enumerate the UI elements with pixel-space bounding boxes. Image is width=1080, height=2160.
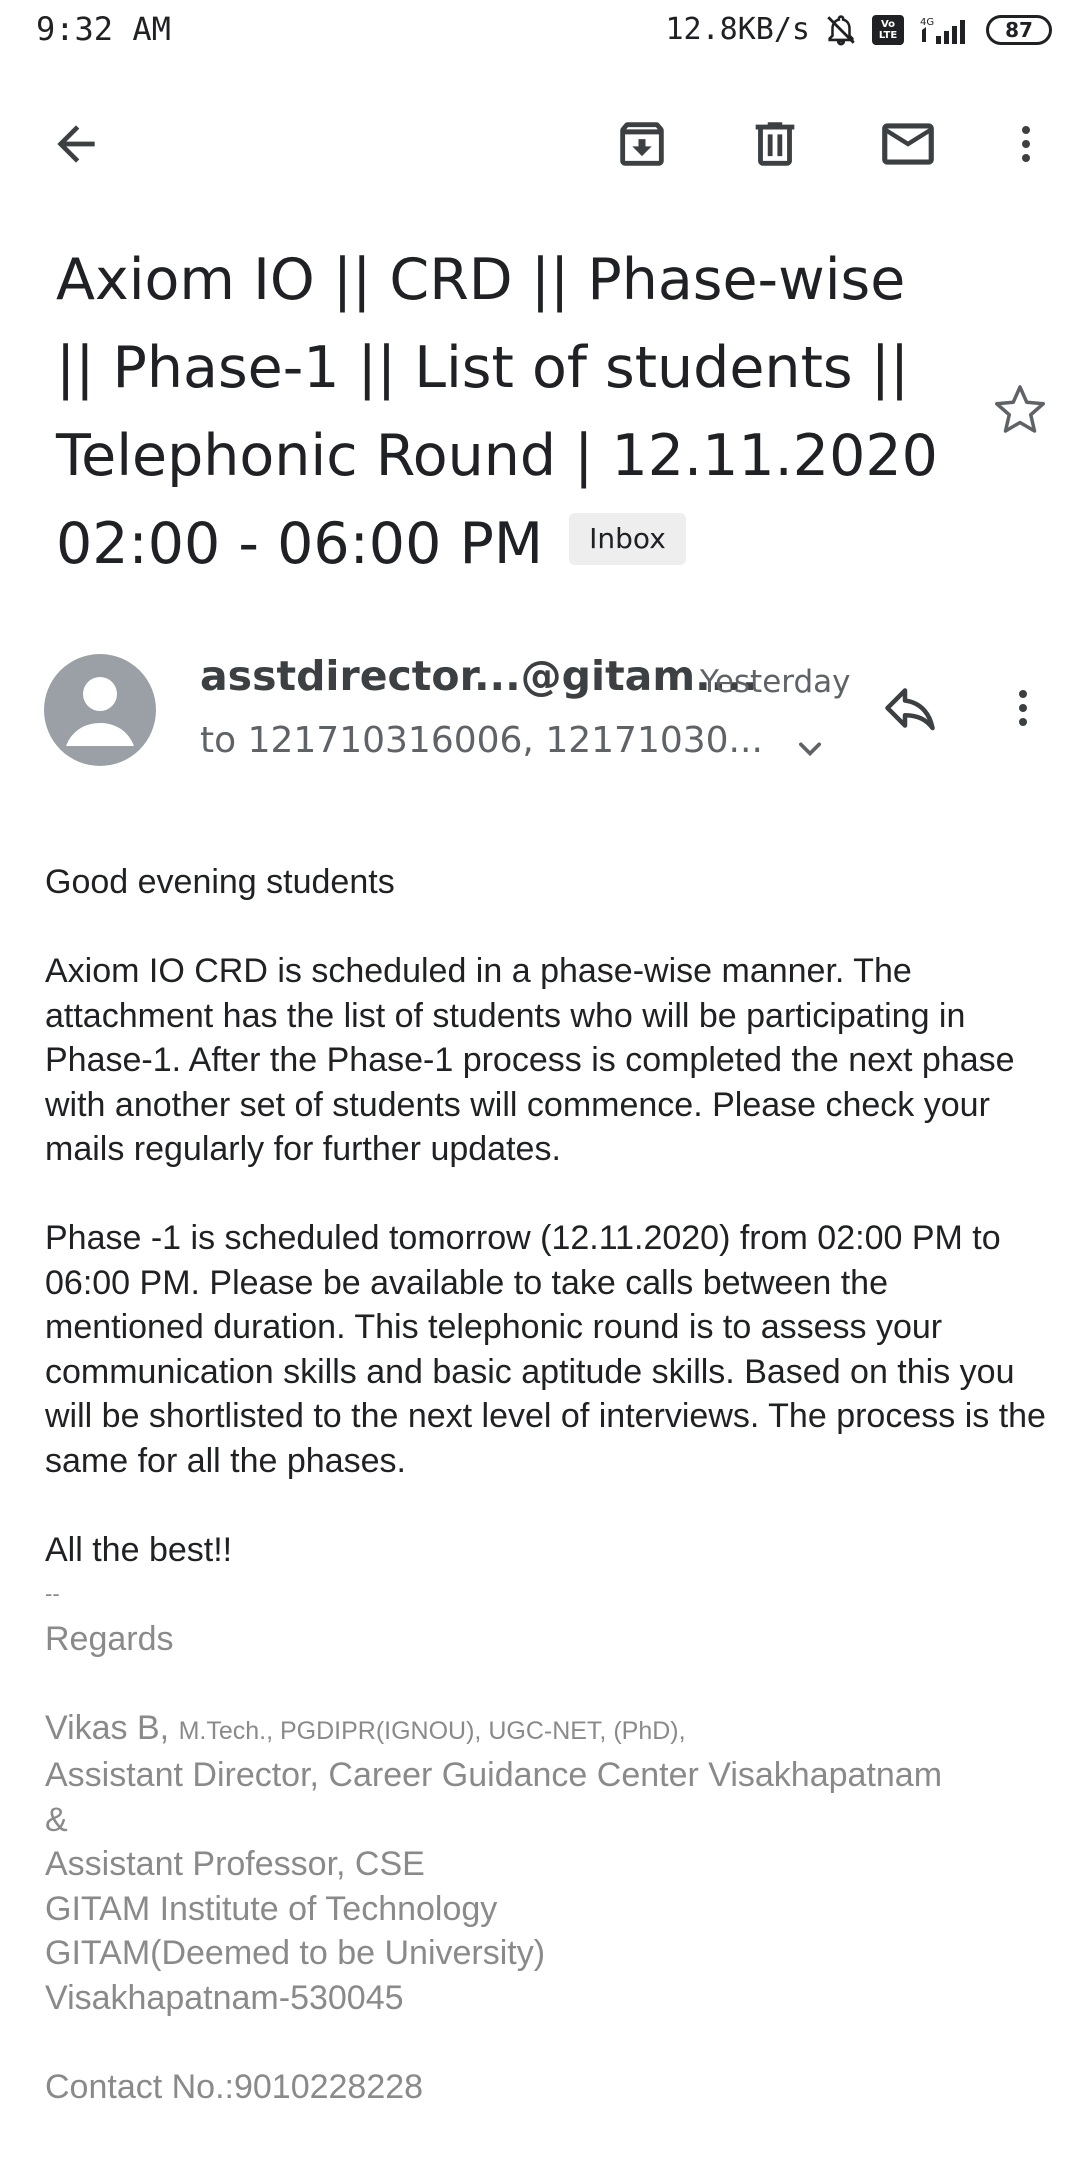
archive-button[interactable] (594, 96, 690, 192)
signature-line-6: Visakhapatnam-530045 (45, 1978, 404, 2017)
signature-contact[interactable]: Contact No.:9010228228 (45, 2065, 1055, 2110)
message-more-button[interactable] (988, 668, 1058, 748)
person-icon (66, 677, 134, 746)
chevron-down-icon[interactable] (788, 726, 832, 770)
signature-line-2: & (45, 1800, 68, 1839)
signature-name-line: Vikas B, M.Tech., PGDIPR(IGNOU), UGC-NET… (45, 1706, 1055, 1754)
delete-button[interactable] (727, 96, 823, 192)
delete-icon (755, 122, 795, 166)
more-vert-icon (1022, 126, 1030, 162)
signature-regards: Regards (45, 1619, 174, 1658)
signal-icon: 4G (920, 17, 965, 44)
signature-credentials: M.Tech., PGDIPR(IGNOU), UGC-NET, (PhD), (178, 1716, 686, 1745)
reply-icon (885, 688, 935, 731)
svg-text:4G: 4G (920, 17, 934, 28)
email-body: Good evening students Axiom IO CRD is sc… (45, 860, 1055, 2109)
more-options-button[interactable] (978, 96, 1074, 192)
signature-line-4: GITAM Institute of Technology (45, 1889, 498, 1928)
sender-avatar[interactable] (44, 654, 156, 766)
status-bar: 9:32 AM 12.8KB/s Vo LTE 4G 87 (0, 0, 1080, 62)
battery-icon: 87 (986, 14, 1052, 45)
signature-line-1: Assistant Director, Career Guidance Cent… (45, 1756, 943, 1794)
network-speed: 12.8KB/s (665, 12, 811, 47)
message-toolbar (0, 96, 1080, 192)
back-arrow-icon (57, 125, 95, 163)
mark-unread-button[interactable] (860, 96, 956, 192)
reply-button[interactable] (870, 668, 950, 748)
status-time: 9:32 AM (36, 10, 171, 48)
recipients-line[interactable]: to 121710316006, 12171030... (200, 720, 763, 761)
more-vert-icon (1019, 690, 1027, 726)
subject-text: Axiom IO || CRD || Phase-wise || Phase-1… (56, 247, 938, 577)
sender-address[interactable]: asstdirector...@gitam.... (200, 652, 757, 700)
archive-icon (620, 122, 664, 166)
muted-bell-icon (827, 14, 855, 45)
signature: -- Regards Vikas B, M.Tech., PGDIPR(IGNO… (45, 1572, 1055, 2109)
email-subject: Axiom IO || CRD || Phase-wise || Phase-1… (56, 236, 956, 588)
volte-icon: Vo LTE (872, 14, 904, 45)
body-paragraph-1: Axiom IO CRD is scheduled in a phase-wis… (45, 952, 1015, 1168)
closing: All the best!! (45, 1530, 233, 1569)
status-icons: 12.8KB/s Vo LTE 4G 87 (665, 12, 1052, 47)
signature-line-3: Assistant Professor, CSE (45, 1845, 425, 1883)
inbox-label-badge[interactable]: Inbox (569, 513, 686, 566)
greeting: Good evening students (45, 863, 395, 901)
mark-unread-icon (882, 123, 934, 165)
star-icon[interactable] (990, 380, 1050, 440)
signature-name: Vikas B, (45, 1708, 170, 1747)
email-date: Yesterday (700, 664, 851, 700)
back-button[interactable] (28, 96, 124, 192)
body-paragraph-2: Phase -1 is scheduled tomorrow (12.11.20… (45, 1219, 1046, 1480)
signature-line-5: GITAM(Deemed to be University) (45, 1934, 546, 1972)
signature-separator: -- (45, 1581, 60, 1606)
